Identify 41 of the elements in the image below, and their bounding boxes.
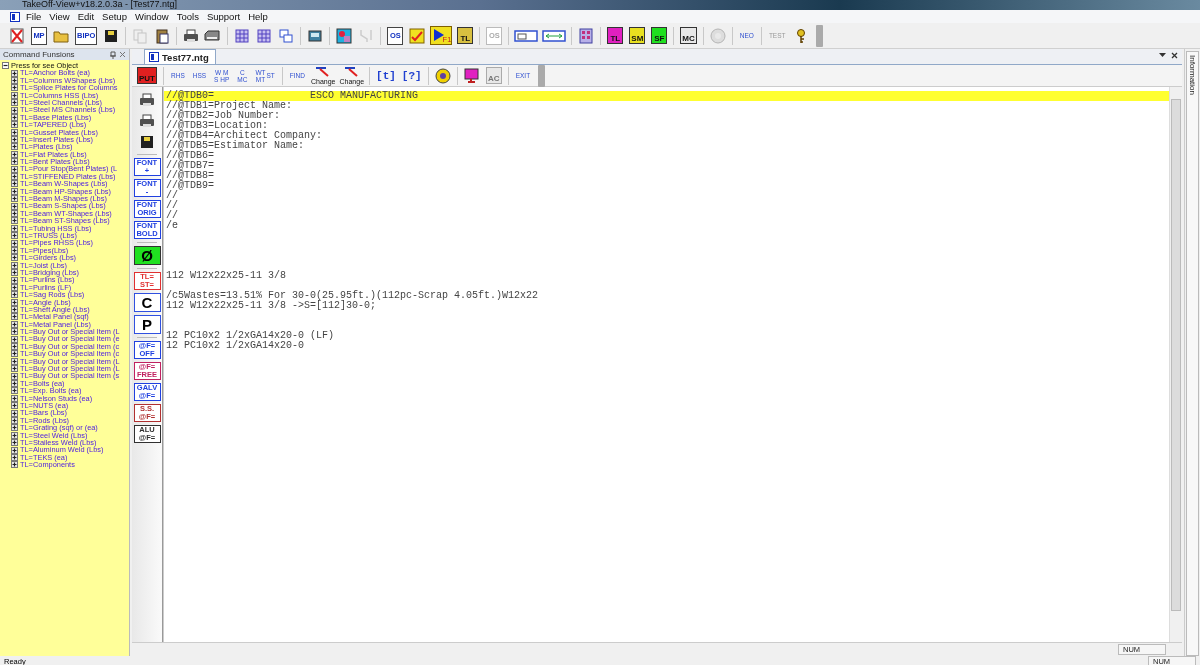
code-line: // <box>165 211 179 221</box>
menu-item[interactable]: Tools <box>172 11 203 22</box>
panel-title: Command Funsions <box>3 50 75 59</box>
document-tab[interactable]: Test77.ntg <box>144 49 216 64</box>
code-line: //@TDB8= <box>165 171 215 181</box>
toolbar-button[interactable]: PUT <box>137 67 157 84</box>
code-line: //@TDB4=Architect Company: <box>165 131 324 141</box>
toolbar-button[interactable]: TL <box>457 27 474 44</box>
menu-item[interactable]: Setup <box>98 11 131 22</box>
code-line: 12 PC10x2 1/2xGA14x20-0 (LF) <box>165 331 336 341</box>
toolbar-button[interactable]: [?] <box>398 69 425 82</box>
code-line: //@TDB6= <box>165 151 214 161</box>
toolbar-button[interactable]: MC <box>680 27 697 44</box>
code-line: //@TDB9= <box>165 181 215 191</box>
toolbar-button[interactable]: SM <box>629 27 646 44</box>
menu-item[interactable]: File <box>22 11 46 22</box>
toolbar-button[interactable]: TL <box>607 27 624 44</box>
menu-item[interactable]: View <box>45 11 74 22</box>
side-toolbar-button[interactable]: Ø <box>133 246 161 265</box>
code-line: 12 PC10x2 1/2xGA14x20-0 <box>165 341 306 351</box>
code-line: // <box>165 191 178 201</box>
code-line: //@TDB7= <box>165 161 215 171</box>
code-line: // <box>165 201 179 211</box>
side-tab[interactable]: Information <box>1186 51 1199 656</box>
code-line: 112 W12x22x25-11 3/8 <box>165 271 288 281</box>
menu-item[interactable]: Help <box>244 11 272 22</box>
side-toolbar-button[interactable]: C <box>133 293 161 312</box>
side-toolbar-button[interactable]: P <box>133 315 161 334</box>
code-line: //@TDB5=Estimator Name: <box>165 141 305 151</box>
code-line: //@TDB1=Project Name: <box>165 101 294 111</box>
code-line: 112 W12x22x25-11 3/8 ->S=[112]30-0; <box>165 301 377 311</box>
code-line: //@TDB2=Job Number: <box>165 111 282 121</box>
toolbar-button[interactable]: [t] <box>373 69 399 82</box>
toolbar-button[interactable]: SF <box>651 27 668 44</box>
code-line: //@TDB3=Location: <box>165 121 270 131</box>
window-title: TakeOff-View+v18.2.0.3a - [Test77.ntg] <box>22 0 177 9</box>
code-line: /e <box>165 221 179 231</box>
menu-item[interactable]: Edit <box>73 11 99 22</box>
menu-item[interactable]: Window <box>130 11 173 22</box>
menu-item[interactable]: Support <box>202 11 245 22</box>
code-line: /c5Wastes=13.51% For 30-0(25.95ft.)(112pc-Scrap 4.05ft.)W12x22 <box>165 291 540 301</box>
